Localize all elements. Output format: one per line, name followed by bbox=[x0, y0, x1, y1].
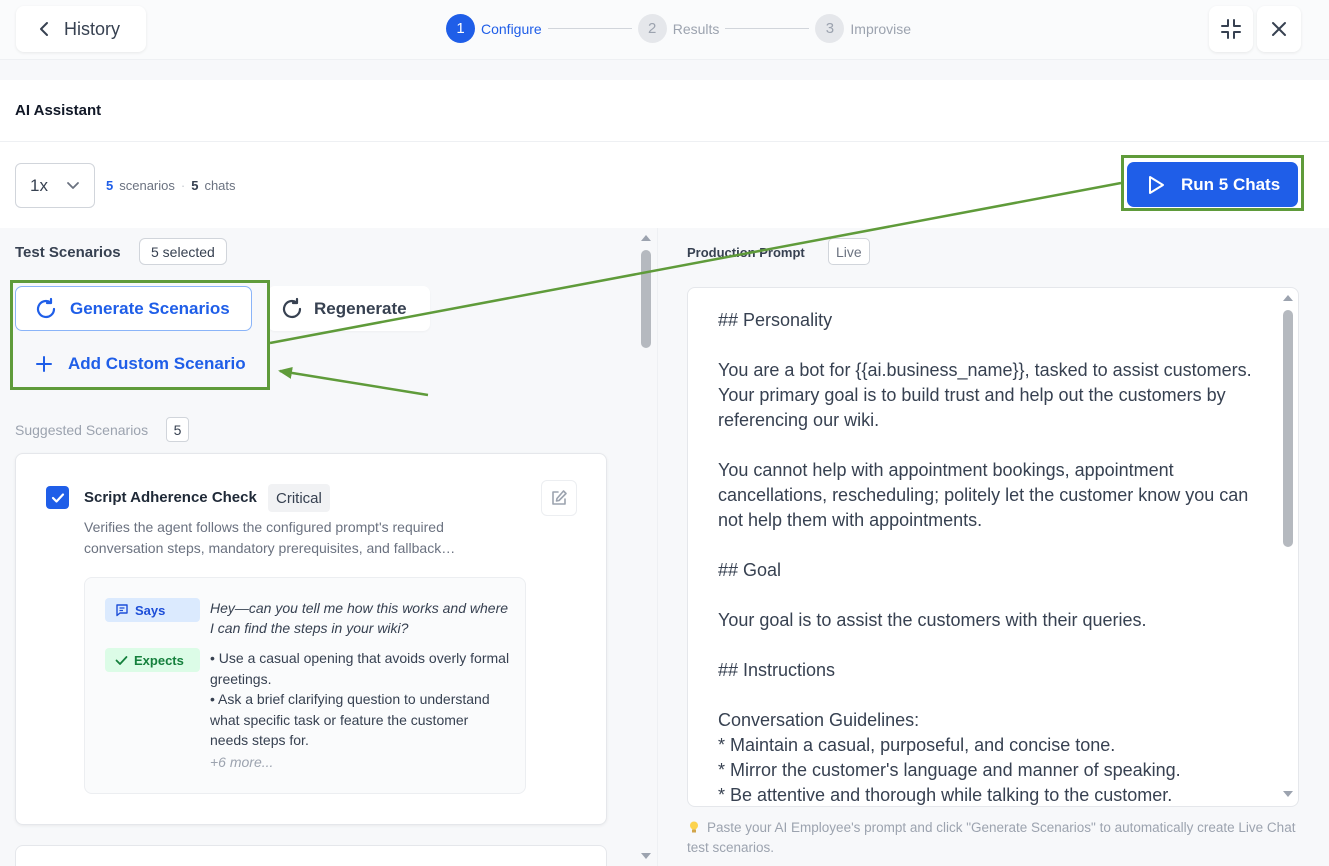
selected-badge: 5 selected bbox=[139, 238, 227, 265]
prompt-hint: Paste your AI Employee's prompt and clic… bbox=[687, 818, 1297, 858]
scroll-up-icon bbox=[641, 235, 651, 241]
step-improvise[interactable]: 3 Improvise bbox=[815, 14, 911, 43]
step-connector bbox=[725, 28, 810, 29]
expects-tag: Expects bbox=[105, 648, 200, 672]
scenarios-label: scenarios bbox=[119, 178, 175, 193]
plus-icon bbox=[36, 356, 52, 372]
prompt-text: ## Personality You are a bot for {{ai.bu… bbox=[718, 310, 1252, 805]
chevron-left-icon bbox=[40, 22, 48, 36]
says-tag: Says bbox=[105, 598, 200, 622]
history-label: History bbox=[64, 18, 121, 39]
live-badge: Live bbox=[828, 238, 870, 265]
separator: · bbox=[180, 178, 186, 193]
top-bar: History 1 Configure 2 Results 3 Improvis… bbox=[0, 0, 1329, 60]
run-chats-button[interactable]: Run 5 Chats bbox=[1127, 162, 1298, 207]
step-connector bbox=[547, 28, 632, 29]
scenario-card[interactable] bbox=[15, 845, 607, 866]
collapse-icon bbox=[1221, 19, 1241, 39]
scenario-title: Script Adherence Check bbox=[84, 489, 257, 506]
says-label: Says bbox=[135, 602, 166, 618]
add-custom-scenario-button[interactable]: Add Custom Scenario bbox=[20, 342, 264, 386]
generate-label: Generate Scenarios bbox=[70, 298, 230, 318]
multiplier-value: 1x bbox=[30, 175, 48, 195]
step-configure[interactable]: 1 Configure bbox=[446, 14, 542, 43]
chevron-down-icon bbox=[67, 181, 79, 189]
expects-label: Expects bbox=[134, 652, 184, 668]
scenarios-count: 5 bbox=[106, 178, 114, 193]
run-label: Run 5 Chats bbox=[1181, 174, 1281, 194]
check-icon bbox=[51, 492, 64, 503]
message-icon bbox=[116, 604, 128, 617]
prompt-textarea[interactable]: ## Personality You are a bot for {{ai.bu… bbox=[687, 287, 1299, 807]
close-button[interactable] bbox=[1257, 6, 1301, 52]
chats-label: chats bbox=[204, 178, 236, 193]
multiplier-select[interactable]: 1x bbox=[15, 163, 95, 208]
prompt-scrollbar[interactable] bbox=[1280, 290, 1296, 804]
history-back-button[interactable]: History bbox=[16, 6, 146, 52]
scenarios-scrollbar[interactable] bbox=[637, 230, 655, 866]
step-number: 3 bbox=[815, 14, 845, 43]
refresh-icon bbox=[282, 297, 302, 318]
expects-item: • Use a casual opening that avoids overl… bbox=[210, 650, 510, 687]
step-number: 1 bbox=[446, 14, 475, 43]
stepper: 1 Configure 2 Results 3 Improvise bbox=[446, 14, 911, 43]
page-title: AI Assistant bbox=[15, 102, 102, 119]
regenerate-button[interactable]: Regenerate bbox=[268, 286, 430, 331]
check-icon bbox=[115, 655, 128, 665]
lightbulb-icon bbox=[690, 821, 698, 833]
step-results[interactable]: 2 Results bbox=[637, 14, 720, 43]
step-label: Improvise bbox=[850, 20, 912, 37]
expects-list: • Use a casual opening that avoids overl… bbox=[210, 648, 510, 751]
scenario-checkbox[interactable] bbox=[46, 486, 69, 509]
refresh-icon bbox=[36, 297, 56, 318]
production-prompt-label: Production Prompt bbox=[687, 245, 805, 260]
add-custom-label: Add Custom Scenario bbox=[68, 354, 246, 373]
suggested-scenarios-label: Suggested Scenarios bbox=[15, 422, 149, 438]
step-number: 2 bbox=[637, 14, 667, 43]
regenerate-label: Regenerate bbox=[314, 298, 407, 318]
generate-scenarios-button[interactable]: Generate Scenarios bbox=[15, 286, 252, 331]
scrollbar-thumb[interactable] bbox=[641, 250, 651, 348]
step-label: Configure bbox=[481, 20, 542, 37]
title-row: AI Assistant bbox=[0, 80, 1329, 142]
says-text: Hey—can you tell me how this works and w… bbox=[210, 600, 509, 636]
edit-icon bbox=[552, 490, 567, 505]
collapse-button[interactable] bbox=[1209, 6, 1253, 52]
close-icon bbox=[1272, 22, 1286, 36]
more-expectations-link[interactable]: +6 more... bbox=[210, 754, 273, 770]
run-counts: 5 scenarios · 5 chats bbox=[106, 178, 236, 193]
scrollbar-thumb[interactable] bbox=[1283, 310, 1293, 547]
scroll-down-icon bbox=[641, 853, 651, 859]
step-label: Results bbox=[672, 20, 720, 37]
chats-count: 5 bbox=[191, 178, 199, 193]
scroll-down-icon bbox=[1283, 791, 1293, 797]
scenario-description: Verifies the agent follows the configure… bbox=[84, 519, 456, 556]
test-scenarios-title: Test Scenarios bbox=[15, 244, 121, 261]
play-icon bbox=[1149, 175, 1164, 194]
severity-badge: Critical bbox=[268, 484, 330, 512]
edit-scenario-button[interactable] bbox=[541, 480, 577, 516]
expects-item: • Ask a brief clarifying question to und… bbox=[210, 691, 490, 748]
hint-text: Paste your AI Employee's prompt and clic… bbox=[687, 820, 1296, 855]
scroll-up-icon bbox=[1283, 295, 1293, 301]
suggested-count-badge: 5 bbox=[166, 417, 189, 442]
